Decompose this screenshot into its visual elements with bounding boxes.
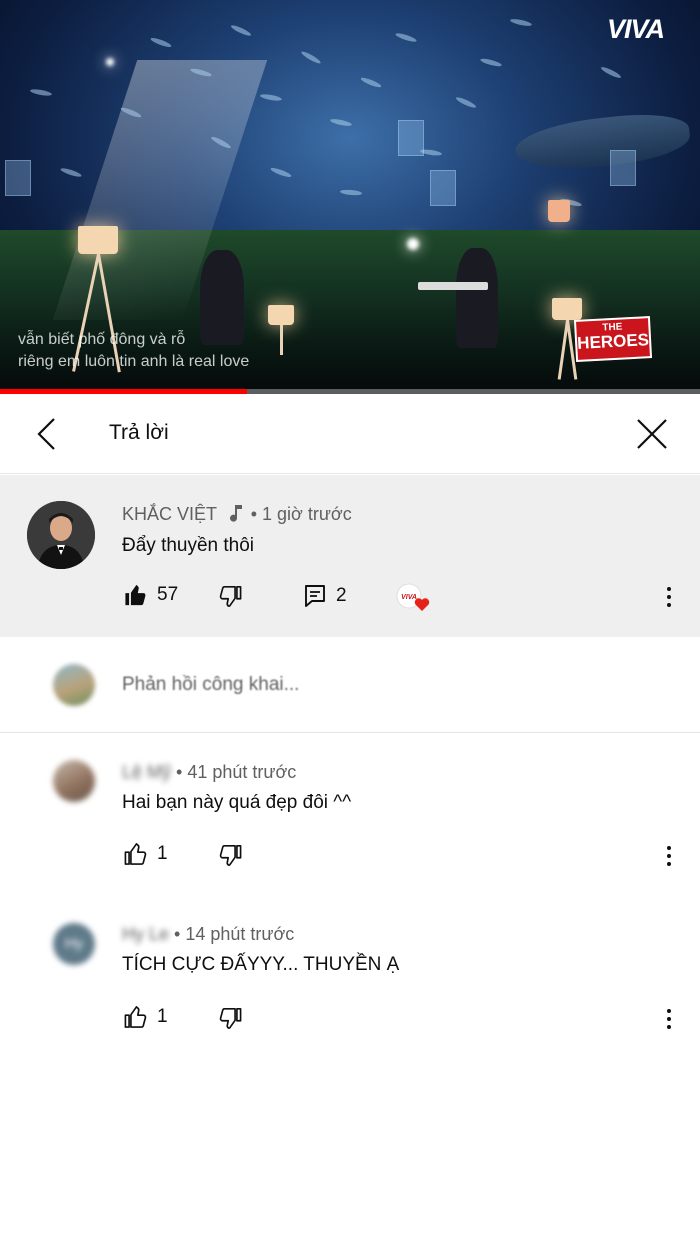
like-count: 57: [157, 584, 179, 605]
video-light-panel: [430, 170, 456, 206]
thumbs-down-icon: [219, 845, 242, 866]
thumbs-up-filled-icon: [125, 584, 146, 606]
avatar[interactable]: [53, 760, 95, 802]
reply-count-button[interactable]: 2: [304, 584, 347, 608]
close-button[interactable]: [634, 416, 670, 452]
reply-count: 2: [336, 585, 347, 606]
close-icon: [637, 419, 667, 449]
video-whale-shape: [512, 108, 693, 176]
like-button[interactable]: 57: [124, 584, 178, 606]
more-options-button[interactable]: [664, 1007, 674, 1031]
chevron-left-icon: [37, 418, 55, 450]
video-light-panel: [398, 120, 424, 156]
like-button[interactable]: 1: [124, 843, 168, 865]
comment-author[interactable]: KHẮC VIỆT: [122, 504, 217, 524]
video-light-panel: [5, 160, 31, 196]
channel-logo: VIVA: [606, 14, 665, 44]
comment-time: • 14 phút trước: [174, 924, 295, 944]
like-count: 1: [157, 843, 168, 864]
person-avatar-icon: [27, 501, 95, 569]
heart-badge-label: VIVA: [401, 594, 417, 601]
creator-heart-badge: VIVA: [396, 583, 430, 613]
comment-text: TÍCH CỰC ĐẤYYY... THUYỀN Ạ: [122, 954, 400, 975]
reply-item: Lệ Mỹ • 41 phút trước Hai bạn này quá đẹ…: [0, 734, 700, 884]
avatar-initials: Hy: [64, 935, 84, 952]
comment-text: Đẩy thuyền thôi: [122, 535, 255, 556]
dislike-button[interactable]: [219, 844, 242, 866]
more-vertical-icon: [664, 846, 674, 866]
video-light-dot: [407, 238, 419, 250]
avatar[interactable]: [27, 501, 95, 569]
comment-meta: Hy Le • 14 phút trước: [122, 924, 294, 945]
more-options-button[interactable]: [664, 844, 674, 868]
comment-time: • 1 giờ trước: [250, 504, 352, 524]
comment-text: Hai bạn này quá đẹp đôi ^^: [122, 792, 352, 813]
comment-meta: Lệ Mỹ • 41 phút trước: [122, 762, 296, 783]
video-keyboard: [418, 282, 488, 290]
video-performer-guitarist: [200, 250, 244, 345]
thumbs-down-icon: [219, 1008, 242, 1029]
video-lyric-caption: vẫn biết phố đông và rỗ: [18, 331, 186, 348]
reply-input[interactable]: Phản hồi công khai...: [122, 674, 299, 696]
dislike-button[interactable]: [219, 1007, 242, 1029]
creator-heart-icon: VIVA: [396, 583, 430, 611]
video-lyric-caption: riêng em luôn tin anh là real love: [18, 353, 250, 370]
comment-meta: KHẮC VIỆT • 1 giờ trước: [122, 504, 352, 525]
comment-time: • 41 phút trước: [176, 762, 297, 782]
video-performer-keyboardist: [456, 248, 498, 348]
video-light-panel: [610, 150, 636, 186]
dislike-button[interactable]: [219, 585, 242, 607]
reply-item: Hy Hy Le • 14 phút trước TÍCH CỰC ĐẤYYY.…: [0, 896, 700, 1046]
like-button[interactable]: 1: [124, 1006, 168, 1028]
comment-author[interactable]: Lệ Mỹ: [122, 762, 171, 783]
video-player[interactable]: VIVA vẫn biết phố đông và rỗ riêng em lu…: [0, 0, 700, 394]
thumbs-up-icon: [124, 843, 147, 865]
avatar: [53, 664, 95, 706]
thumbs-up-icon: [124, 1006, 147, 1028]
music-note-icon: [229, 505, 242, 522]
replies-header: Trả lời: [0, 394, 700, 474]
avatar[interactable]: Hy: [53, 923, 95, 965]
back-button[interactable]: [30, 416, 66, 452]
page-title: Trả lời: [109, 421, 169, 444]
like-count: 1: [157, 1006, 168, 1027]
video-light-dot: [106, 58, 114, 66]
show-logo-main: HEROES: [576, 330, 650, 353]
thumbs-down-icon: [219, 586, 242, 607]
comment-author[interactable]: Hy Le: [122, 924, 169, 945]
more-options-button[interactable]: [664, 585, 674, 609]
parent-comment: KHẮC VIỆT • 1 giờ trước Đẩy thuyền thôi …: [0, 475, 700, 637]
show-logo: THE HEROES: [573, 316, 653, 362]
comment-icon: [305, 585, 325, 607]
more-vertical-icon: [664, 1009, 674, 1029]
more-vertical-icon: [664, 587, 674, 607]
reply-input-row[interactable]: Phản hồi công khai...: [0, 637, 700, 733]
